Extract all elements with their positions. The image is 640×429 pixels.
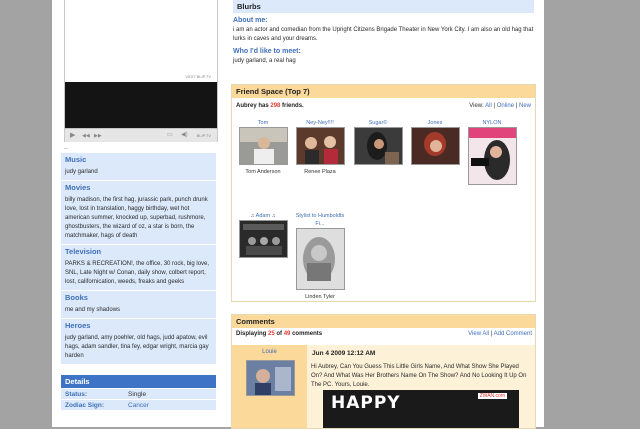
section-text: billy madison, the first hag, jurassic p…: [65, 197, 208, 239]
friend-jones[interactable]: Jones: [406, 119, 464, 169]
comment-links: View All | Add Comment: [468, 331, 532, 337]
video-controls: ▶ ◀◀ ▶▶ ▭ ◀) BLIP.TV: [65, 128, 217, 142]
friend-photo[interactable]: [467, 127, 517, 185]
screen-icon[interactable]: ▭: [167, 132, 173, 139]
blurbs-title: Blurbs: [233, 0, 534, 13]
add-comment-link[interactable]: Add Comment: [494, 331, 532, 337]
interest-movies: Movies billy madison, the first hag, jur…: [61, 181, 216, 244]
view-all-link[interactable]: All: [485, 103, 492, 109]
status-label: Status:: [61, 388, 124, 400]
comment-author[interactable]: Louie: [232, 349, 307, 355]
comments-title: Comments: [232, 315, 535, 328]
blurbs-panel: Blurbs About me: i am an actor and comed…: [233, 0, 534, 66]
section-title[interactable]: Heroes: [65, 321, 212, 330]
comment-image-text: HAPPY: [331, 393, 401, 413]
section-text: judy garland: [65, 169, 98, 175]
friend-photo[interactable]: [238, 127, 288, 165]
interest-music: Music judy garland: [61, 153, 216, 180]
section-title[interactable]: Music: [65, 155, 212, 164]
friend-photo[interactable]: [353, 127, 403, 165]
friend-photo[interactable]: [295, 127, 345, 165]
friend-space: Friend Space (Top 7) Aubrey has 298 frie…: [231, 84, 536, 302]
comments-panel: Comments Displaying 25 of 49 comments Vi…: [231, 314, 536, 429]
meet-text: judy garland, a real hag: [233, 58, 296, 64]
friend-photo[interactable]: [295, 228, 345, 290]
section-text: me and my shadows: [65, 307, 121, 313]
player-brand[interactable]: BLIP.TV: [197, 133, 211, 138]
play-icon[interactable]: ▶: [70, 132, 75, 139]
section-title[interactable]: Books: [65, 293, 212, 302]
dots-text: ..: [64, 144, 68, 151]
zodiac-link[interactable]: Cancer: [128, 402, 149, 409]
prev-icon[interactable]: ◀◀: [82, 133, 90, 140]
friend-nylon[interactable]: NYLON: [463, 119, 521, 189]
comment-count: Displaying 25 of 49 comments: [236, 331, 323, 337]
comment-date: Jun 4 2009 12:12 AM: [312, 350, 376, 357]
about-title: About me:: [233, 17, 268, 24]
friend-tom[interactable]: Tom Tom Anderson: [234, 119, 292, 175]
friend-photo[interactable]: [410, 127, 460, 165]
view-all-comments-link[interactable]: View All: [468, 331, 489, 337]
details-title: Details: [61, 375, 216, 388]
details-panel: Details Status: Single Zodiac Sign: Canc…: [61, 375, 216, 410]
interest-books: Books me and my shadows: [61, 291, 216, 318]
interest-heroes: Heroes judy garland, amy poehler, old ha…: [61, 319, 216, 364]
friend-sugar[interactable]: Sugar©: [349, 119, 407, 169]
comment-image: HAPPY ZWAN.com: [323, 390, 519, 428]
status-value: Single: [124, 388, 216, 400]
comment-author-photo[interactable]: [246, 360, 295, 396]
video-brand: VIDIT BLIP.TV: [185, 74, 211, 79]
volume-icon[interactable]: ◀): [181, 132, 188, 139]
friend-neyney[interactable]: Ney-Ney!!!! Renee Plaza: [291, 119, 349, 175]
video-screen[interactable]: [65, 82, 217, 128]
next-icon[interactable]: ▶▶: [94, 133, 102, 140]
friend-view-links: View: All | Online | New: [469, 103, 531, 109]
section-title[interactable]: Television: [65, 247, 212, 256]
meet-title: Who I'd like to meet:: [233, 48, 301, 55]
section-text: PARKS & RECREATION!, the office, 30 rock…: [65, 261, 210, 285]
friend-adam[interactable]: ♫ Adam ♫: [234, 212, 292, 262]
section-text: judy garland, amy poehler, old hags, jud…: [65, 335, 209, 359]
interests-panel: Music judy garland Movies billy madison,…: [61, 153, 216, 364]
video-player: VIDIT BLIP.TV ▶ ◀◀ ▶▶ ▭ ◀) BLIP.TV: [64, 0, 218, 142]
section-title[interactable]: Movies: [65, 183, 212, 192]
comment-item: Louie Jun 4 2009 12:12 AM Hi Aubrey, Can…: [232, 345, 535, 428]
friend-space-title: Friend Space (Top 7): [232, 85, 535, 98]
view-online-link[interactable]: Online: [497, 103, 514, 109]
zodiac-label: Zodiac Sign:: [61, 399, 124, 410]
comment-text: Hi Aubrey, Can You Guess This Little Gir…: [311, 364, 527, 388]
friend-photo[interactable]: [238, 220, 288, 258]
friend-stylist[interactable]: Stylist to Humboldts Fi... Linden Tyler: [291, 212, 349, 300]
about-text: i am an actor and comedian from the Upri…: [233, 27, 534, 42]
view-new-link[interactable]: New: [519, 103, 531, 109]
interest-television: Television PARKS & RECREATION!, the offi…: [61, 245, 216, 290]
friend-count: Aubrey has 298 friends.: [236, 103, 304, 109]
comment-image-mark: ZWAN.com: [477, 393, 507, 399]
